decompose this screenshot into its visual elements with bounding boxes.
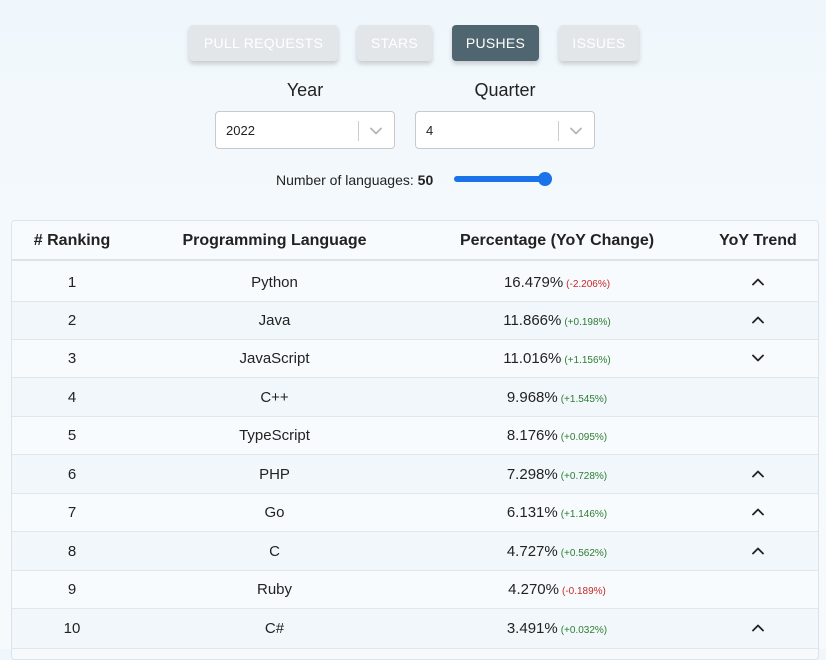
rank-cell: 5 xyxy=(67,427,77,444)
yoy-change-value: (-0.189%) xyxy=(561,586,606,597)
percentage-cell: 16.479% (-2.206%) xyxy=(432,274,682,291)
header-ranking: # Ranking xyxy=(33,232,111,249)
rankings-table: # Ranking Programming Language Percentag… xyxy=(11,220,819,660)
tab-pull-requests[interactable]: PULL REQUESTS xyxy=(189,25,338,61)
rank-cell: 7 xyxy=(67,504,77,521)
yoy-change-value: (+1.156%) xyxy=(564,355,611,366)
select-separator xyxy=(358,121,359,141)
rank-cell: 6 xyxy=(67,466,77,483)
table-header: # Ranking Programming Language Percentag… xyxy=(12,221,818,261)
table-row: 3 JavaScript 11.016% (+1.156%) xyxy=(12,340,818,378)
table-row: 6 PHP 7.298% (+0.728%) xyxy=(12,455,818,494)
rank-cell: 10 xyxy=(63,620,81,637)
percentage-cell: 4.270% (-0.189%) xyxy=(432,581,682,598)
rank-cell: 4 xyxy=(67,389,77,406)
chevron-down-icon[interactable] xyxy=(569,124,583,138)
yoy-change-value: (+0.728%) xyxy=(560,471,608,482)
year-label: Year xyxy=(286,80,324,100)
language-cell: Python xyxy=(251,274,298,291)
rank-cell: 2 xyxy=(67,312,77,329)
metric-tabs: PULL REQUESTS STARS PUSHES ISSUES xyxy=(0,25,826,61)
language-cell: PHP xyxy=(259,466,290,483)
percentage-cell: 9.968% (+1.545%) xyxy=(432,389,682,406)
table-row: 10 C# 3.491% (+0.032%) xyxy=(12,609,818,649)
percentage-value: 7.298% xyxy=(506,466,558,483)
tab-issues[interactable]: ISSUES xyxy=(559,25,639,61)
table-row: 4 C++ 9.968% (+1.545%) xyxy=(12,378,818,417)
languages-slider[interactable] xyxy=(454,172,552,186)
year-select-value: 2022 xyxy=(226,123,255,138)
chevron-up-icon xyxy=(752,547,764,555)
table-row: 9 Ruby 4.270% (-0.189%) xyxy=(12,571,818,609)
percentage-cell: 3.491% (+0.032%) xyxy=(432,620,682,637)
percentage-value: 11.866% xyxy=(503,312,562,329)
rank-cell: 3 xyxy=(67,350,77,367)
table-row: 5 TypeScript 8.176% (+0.095%) xyxy=(12,417,818,455)
quarter-label: Quarter xyxy=(474,80,536,100)
chevron-up-icon xyxy=(752,508,764,516)
table-row: 7 Go 6.131% (+1.146%) xyxy=(12,494,818,532)
tab-stars[interactable]: STARS xyxy=(357,25,432,61)
languages-count-value: 50 xyxy=(417,172,434,188)
language-cell: C xyxy=(269,543,280,560)
yoy-change-value: (+0.095%) xyxy=(560,432,608,443)
rank-cell: 8 xyxy=(67,543,77,560)
slider-thumb[interactable] xyxy=(538,172,552,186)
language-cell: Java xyxy=(258,312,291,329)
rank-cell: 9 xyxy=(67,581,77,598)
header-trend: YoY Trend xyxy=(719,232,797,249)
percentage-value: 11.016% xyxy=(503,350,562,367)
chevron-up-icon xyxy=(752,316,764,324)
rank-cell: 1 xyxy=(67,274,77,291)
percentage-value: 6.131% xyxy=(506,504,558,521)
quarter-select[interactable]: 4 xyxy=(415,111,595,149)
percentage-cell: 7.298% (+0.728%) xyxy=(432,466,682,483)
percentage-cell: 4.727% (+0.562%) xyxy=(432,543,682,560)
chevron-down-icon[interactable] xyxy=(369,124,383,138)
yoy-change-value: (+0.032%) xyxy=(560,625,608,636)
table-row: 8 C 4.727% (+0.562%) xyxy=(12,532,818,571)
percentage-value: 16.479% xyxy=(503,274,564,291)
languages-slider-label: Number of languages: 50 xyxy=(276,172,434,188)
header-language: Programming Language xyxy=(182,232,367,249)
table-row: 2 Java 11.866% (+0.198%) xyxy=(12,302,818,340)
percentage-cell: 11.016% (+1.156%) xyxy=(432,350,682,367)
year-select[interactable]: 2022 xyxy=(215,111,395,149)
percentage-value: 9.968% xyxy=(506,389,558,406)
chevron-up-icon xyxy=(752,278,764,286)
languages-slider-row: Number of languages: 50 xyxy=(0,168,826,190)
language-cell: Go xyxy=(264,504,285,521)
percentage-cell: 11.866% (+0.198%) xyxy=(432,312,682,329)
percentage-value: 8.176% xyxy=(506,427,558,444)
language-cell: TypeScript xyxy=(239,427,310,444)
chevron-up-icon xyxy=(752,624,764,632)
percentage-value: 4.727% xyxy=(506,543,558,560)
language-cell: C++ xyxy=(260,389,289,406)
yoy-change-value: (+1.545%) xyxy=(560,394,608,405)
select-separator xyxy=(558,121,559,141)
yoy-change-value: (+1.146%) xyxy=(560,509,608,520)
language-cell: C# xyxy=(264,620,285,637)
language-cell: JavaScript xyxy=(239,350,310,367)
header-percentage: Percentage (YoY Change) xyxy=(459,232,655,249)
chevron-up-icon xyxy=(752,470,764,478)
percentage-cell: 6.131% (+1.146%) xyxy=(432,504,682,521)
language-cell: Ruby xyxy=(256,581,293,598)
percentage-value: 4.270% xyxy=(508,581,559,598)
tab-pushes[interactable]: PUSHES xyxy=(452,25,539,61)
yoy-change-value: (+0.198%) xyxy=(564,317,611,328)
percentage-cell: 8.176% (+0.095%) xyxy=(432,427,682,444)
yoy-change-value: (+0.562%) xyxy=(560,548,608,559)
table-row: 1 Python 16.479% (-2.206%) xyxy=(12,263,818,302)
percentage-value: 3.491% xyxy=(506,620,558,637)
quarter-select-value: 4 xyxy=(426,123,434,138)
yoy-change-value: (-2.206%) xyxy=(566,279,611,290)
chevron-down-icon xyxy=(752,354,764,362)
